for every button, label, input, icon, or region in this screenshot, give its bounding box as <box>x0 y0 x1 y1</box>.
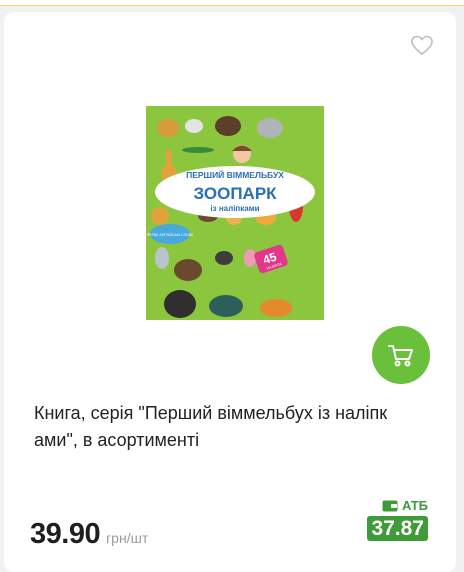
elephant-sticker <box>257 118 283 138</box>
lion-sticker <box>157 119 179 137</box>
cover-note: ПЕРШІ АНГЛІЙСЬКІ СЛОВА <box>147 233 194 237</box>
heart-outline-icon <box>411 35 433 56</box>
ostrich-sticker <box>215 251 233 265</box>
cover-line1: ПЕРШИЙ ВІММЕЛЬБУХ <box>186 169 284 180</box>
add-to-cart-button[interactable] <box>372 326 430 384</box>
product-card[interactable]: ПЕРШИЙ ВІММЕЛЬБУХ ЗООПАРК із наліпками П… <box>4 12 456 572</box>
loyalty-price-block: АТБ 37.87 <box>367 498 428 541</box>
product-image[interactable]: ПЕРШИЙ ВІММЕЛЬБУХ ЗООПАРК із наліпками П… <box>146 106 324 320</box>
bear-sticker <box>174 259 202 281</box>
price-block: 39.90 грн/шт <box>30 518 148 551</box>
loyalty-price: 37.87 <box>367 516 428 541</box>
price-unit: грн/шт <box>106 530 149 546</box>
peacock-sticker <box>209 295 243 317</box>
gorilla-sticker <box>164 290 196 318</box>
top-strip <box>0 0 464 6</box>
book-cover: ПЕРШИЙ ВІММЕЛЬБУХ ЗООПАРК із наліпками П… <box>146 106 324 320</box>
loyalty-label: АТБ <box>382 498 428 513</box>
loyalty-label-text: АТБ <box>401 498 428 513</box>
price-value: 39.90 <box>30 518 101 550</box>
cover-line2: ЗООПАРК <box>193 184 277 203</box>
favorite-button[interactable] <box>410 34 434 56</box>
product-title[interactable]: Книга, серія "Перший віммельбух із наліп… <box>34 400 434 454</box>
wallet-icon <box>382 500 398 511</box>
tiger-sticker <box>260 299 292 317</box>
cart-icon <box>388 345 413 367</box>
cover-line3: із наліпками <box>210 204 259 213</box>
bison-sticker <box>215 116 241 136</box>
